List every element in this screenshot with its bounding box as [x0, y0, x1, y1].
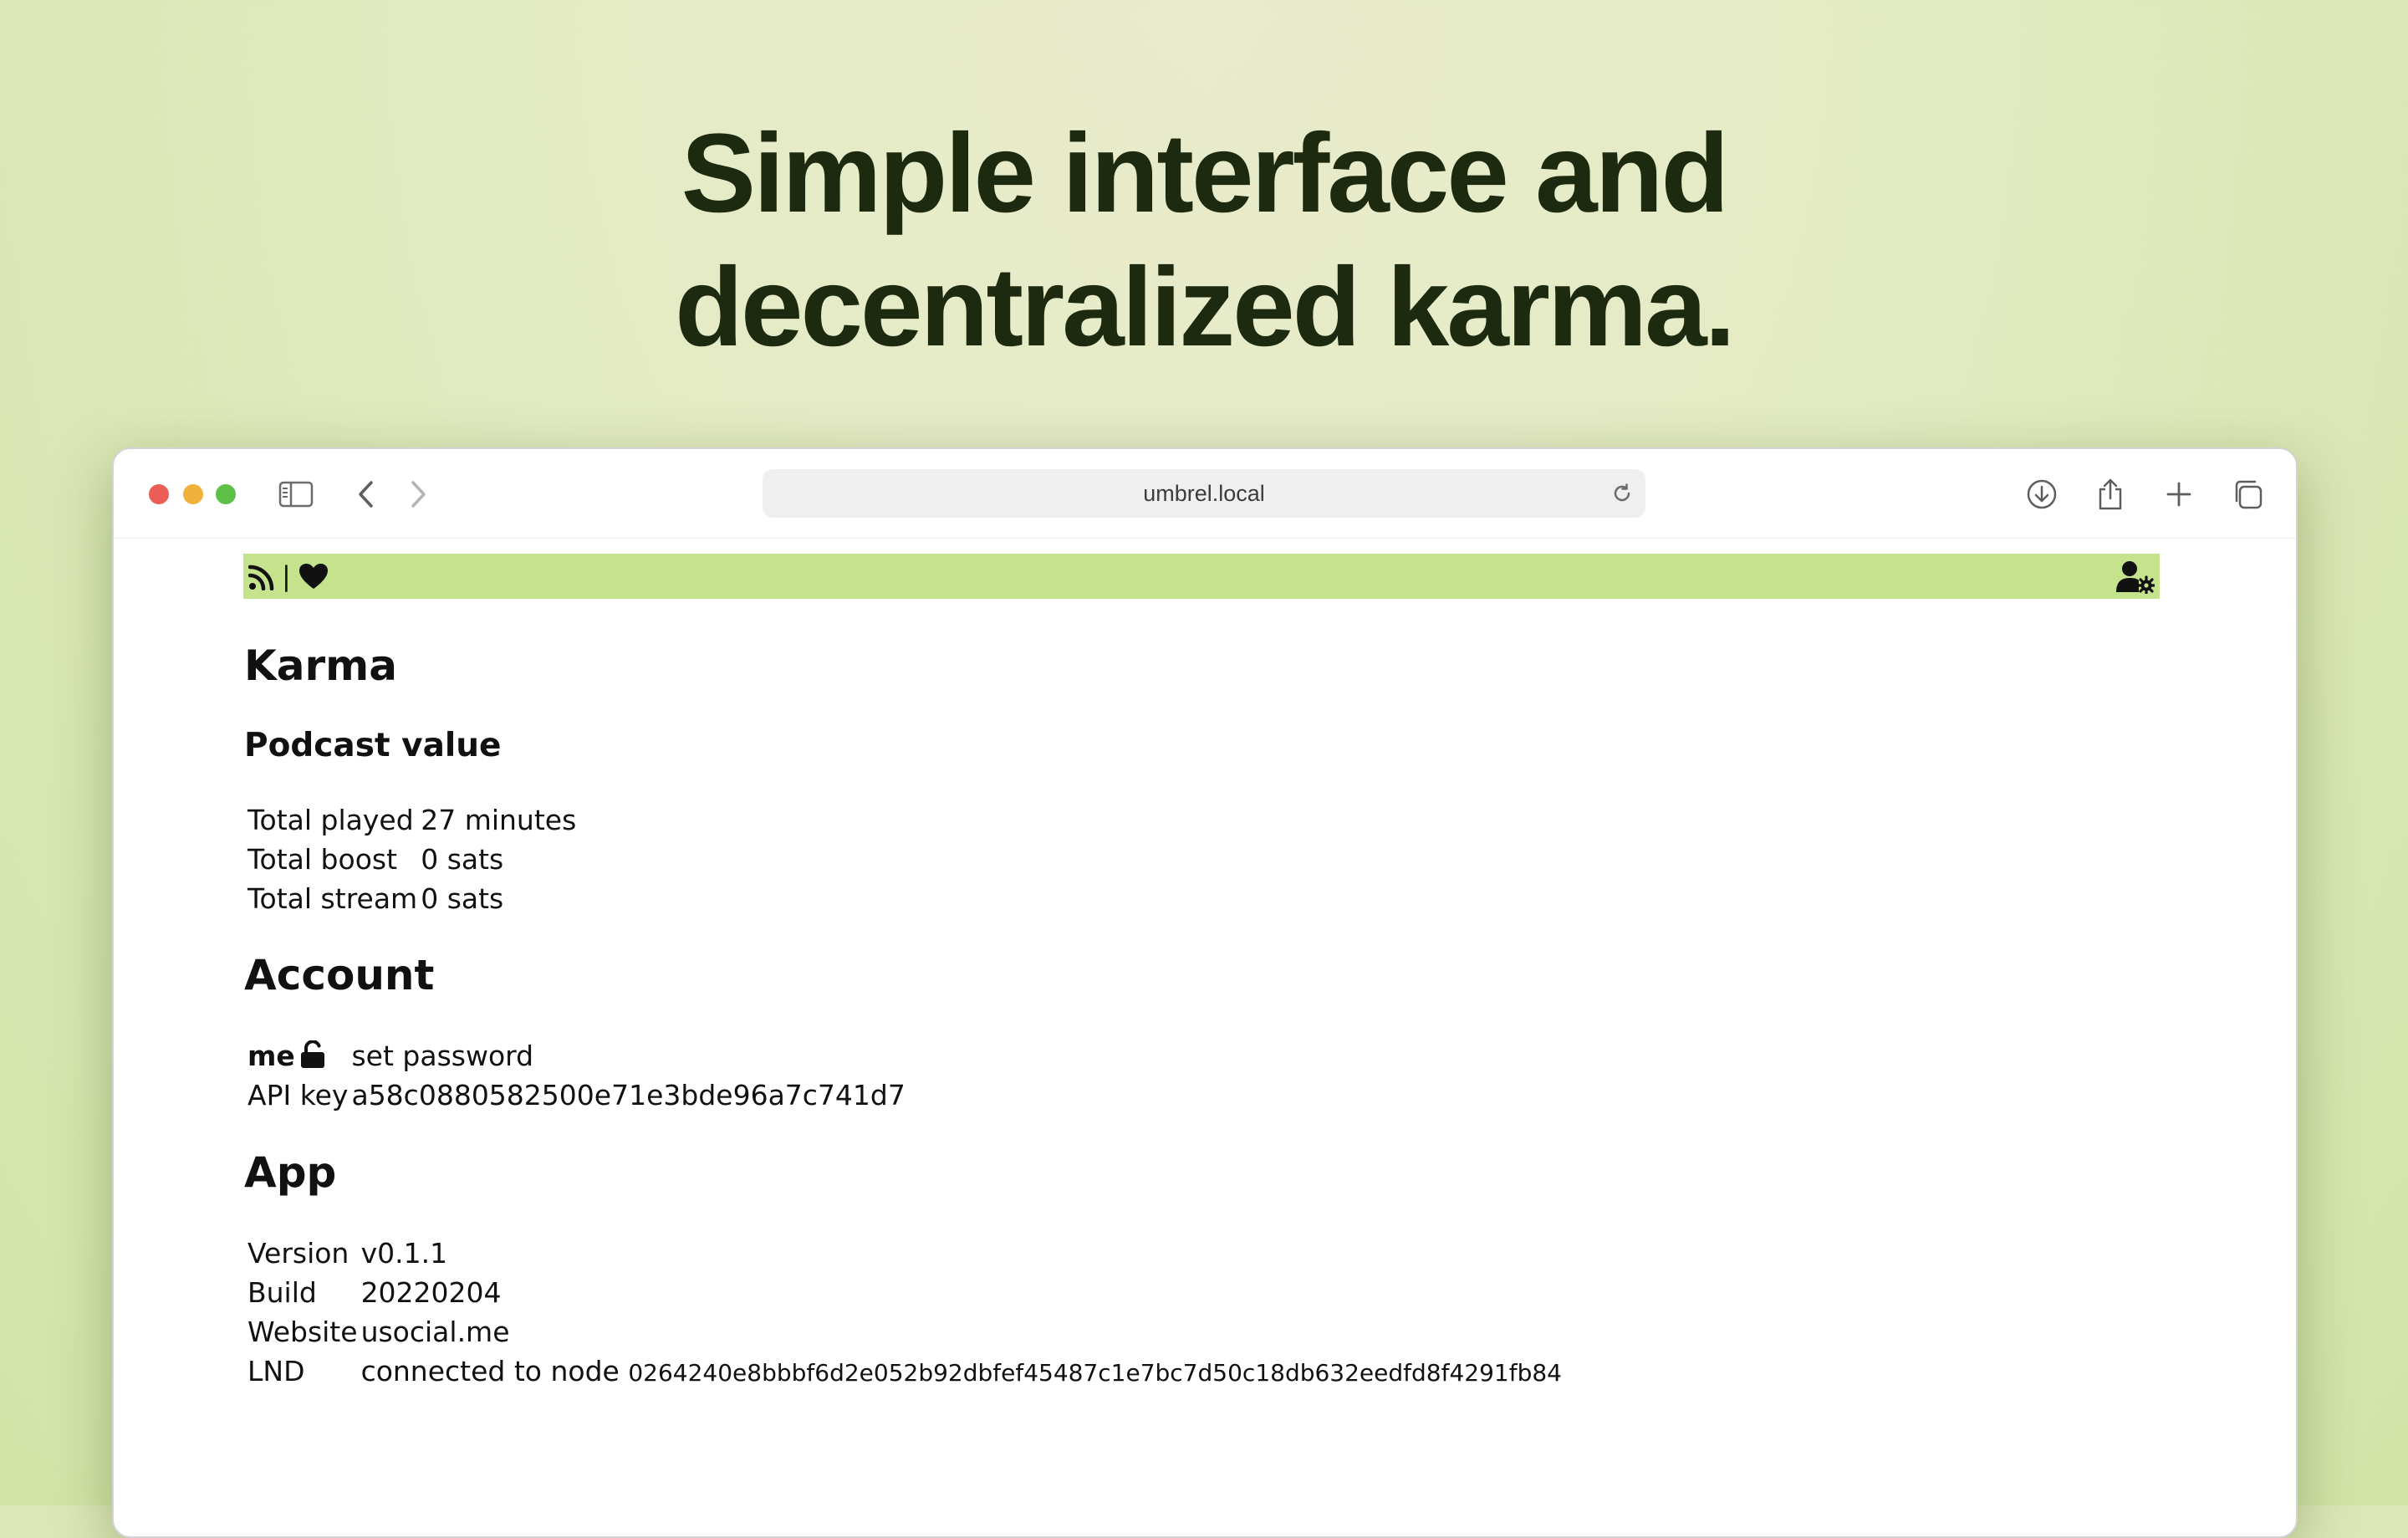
- share-icon[interactable]: [2090, 474, 2130, 514]
- unlock-icon: [300, 1040, 324, 1068]
- version-value: v0.1.1: [360, 1237, 448, 1270]
- account-username: me: [247, 1040, 295, 1072]
- close-window-button[interactable]: [149, 484, 169, 504]
- table-row: Version v0.1.1: [247, 1234, 1562, 1273]
- tab-overview-icon[interactable]: [2227, 474, 2268, 514]
- browser-toolbar: umbrel.local: [114, 449, 2296, 539]
- headline-line-1: Simple interface and: [681, 111, 1730, 236]
- build-value: 20220204: [360, 1276, 502, 1309]
- app-title: App: [244, 1148, 337, 1197]
- table-row: Total played 27 minutes: [247, 800, 576, 840]
- total-boost-label: Total boost: [247, 843, 398, 876]
- url-text: umbrel.local: [1143, 480, 1265, 506]
- sidebar-toggle-icon[interactable]: [276, 474, 316, 514]
- user-cog-icon[interactable]: [2116, 560, 2155, 594]
- heart-icon[interactable]: [298, 563, 329, 590]
- total-played-value: 27 minutes: [421, 804, 577, 836]
- lnd-status-cell: connected to node 0264240e8bbbf6d2e052b9…: [361, 1351, 1562, 1391]
- table-row: LND connected to node 0264240e8bbbf6d2e0…: [247, 1351, 1562, 1391]
- forward-icon[interactable]: [398, 474, 438, 514]
- total-boost-value: 0 sats: [421, 843, 504, 876]
- lnd-label: LND: [247, 1355, 305, 1387]
- api-key-value: a58c0880582500e71e3bde96a7c741d7: [351, 1079, 906, 1111]
- podcast-value-title: Podcast value: [244, 727, 502, 764]
- headline-line-2: decentralized karma.: [675, 245, 1736, 370]
- browser-window: umbrel.local | Karma Podcast value Total…: [112, 447, 2298, 1538]
- table-row: API key a58c0880582500e71e3bde96a7c741d7: [247, 1076, 906, 1115]
- minimize-window-button[interactable]: [183, 484, 203, 504]
- back-icon[interactable]: [346, 474, 386, 514]
- nav-separator: |: [282, 560, 291, 592]
- karma-title: Karma: [244, 641, 397, 690]
- set-password-link[interactable]: set password: [351, 1036, 905, 1076]
- total-stream-value: 0 sats: [421, 882, 504, 915]
- app-info-table: Version v0.1.1 Build 20220204 Website usoci…: [244, 1234, 1565, 1391]
- table-row: me set password: [247, 1036, 906, 1076]
- build-label: Build: [247, 1276, 317, 1309]
- rss-icon[interactable]: [248, 564, 275, 590]
- api-key-label: API key: [247, 1079, 349, 1111]
- zoom-window-button[interactable]: [216, 484, 236, 504]
- total-stream-label: Total stream: [247, 882, 418, 915]
- new-tab-icon[interactable]: [2159, 474, 2199, 514]
- total-played-label: Total played: [247, 804, 414, 836]
- address-bar[interactable]: umbrel.local: [763, 469, 1645, 518]
- reload-icon[interactable]: [1609, 480, 1635, 507]
- table-row: Website usocial.me: [247, 1312, 1562, 1351]
- podcast-value-table: Total played 27 minutes Total boost 0 sats…: [244, 800, 579, 918]
- account-title: Account: [244, 951, 435, 999]
- lnd-node-id: 0264240e8bbbf6d2e052b92dbfef45487c1e7bc7…: [628, 1359, 1562, 1387]
- account-table: me set password API key a58c0880582500e7…: [244, 1036, 909, 1115]
- version-label: Version: [247, 1237, 349, 1270]
- lnd-status: connected to node: [360, 1355, 620, 1387]
- table-row: Total stream 0 sats: [247, 879, 576, 918]
- site-nav-bar: |: [243, 554, 2160, 599]
- table-row: Build 20220204: [247, 1273, 1562, 1312]
- downloads-icon[interactable]: [2022, 474, 2062, 514]
- table-row: Total boost 0 sats: [247, 840, 576, 879]
- hero-headline: Simple interface and decentralized karma…: [0, 107, 2408, 375]
- website-link[interactable]: usocial.me: [361, 1312, 1562, 1351]
- account-user-cell: me: [247, 1036, 348, 1076]
- website-label: Website: [247, 1316, 358, 1348]
